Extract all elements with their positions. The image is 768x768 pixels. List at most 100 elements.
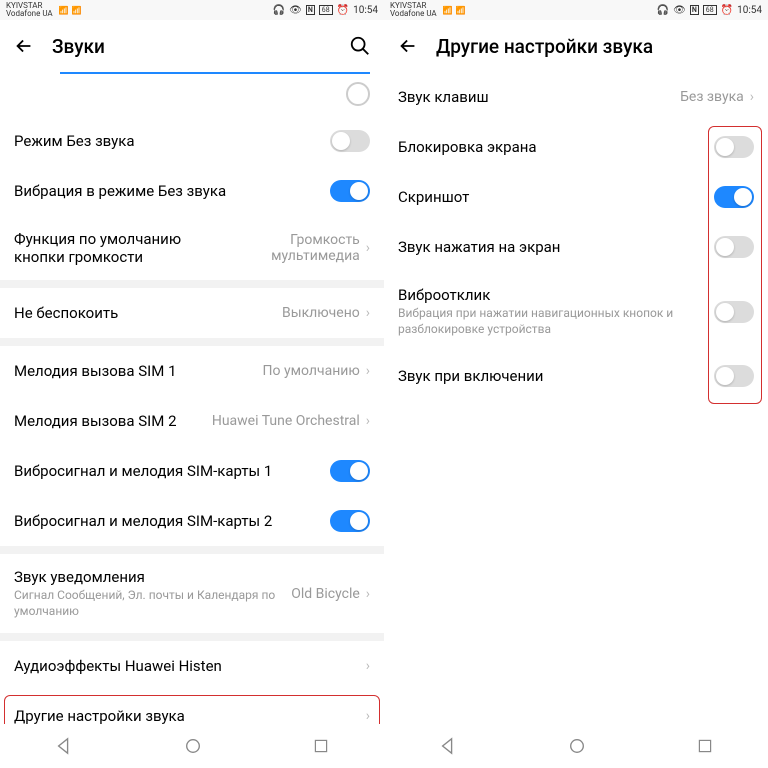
signal-icon-2: 📶 (456, 6, 466, 15)
chevron-right-icon: › (750, 89, 754, 105)
content-right: Звук клавиш Без звука › Блокировка экран… (384, 72, 768, 724)
carrier-2: Vodafone UA (390, 10, 437, 18)
label: Вибрация в режиме Без звука (14, 182, 330, 200)
row-huawei-histen[interactable]: Аудиоэффекты Huawei Histen › (0, 641, 384, 691)
nfc-icon: N (690, 5, 699, 15)
row-haptic[interactable]: Виброотклик Вибрация при нажатии навигац… (384, 272, 768, 351)
row-dnd[interactable]: Не беспокоить Выключено › (0, 288, 384, 338)
label: Блокировка экрана (398, 138, 714, 156)
row-other-sound-settings[interactable]: Другие настройки звука › (0, 691, 384, 724)
row-screen-lock[interactable]: Блокировка экрана (384, 122, 768, 172)
alarm-icon: ⏰ (337, 5, 349, 16)
row-ringtone-sim2[interactable]: Мелодия вызова SIM 2 Huawei Tune Orchest… (0, 396, 384, 446)
status-bar: KYIVSTAR Vodafone UA 📶 📶 🎧 👁 N 68 ⏰ 10:5… (384, 0, 768, 20)
nav-home-button[interactable] (184, 737, 202, 755)
row-touch-sound[interactable]: Звук нажатия на экран (384, 222, 768, 272)
row-vibrate-silent[interactable]: Вибрация в режиме Без звука (0, 166, 384, 216)
toggle-vibrate-silent[interactable] (330, 180, 370, 202)
page-title: Другие настройки звука (436, 35, 756, 58)
nav-recent-button[interactable] (697, 738, 713, 754)
value: Громкость мультимедиа (250, 232, 360, 264)
label: Вибросигнал и мелодия SIM-карты 2 (14, 512, 330, 530)
carrier-2: Vodafone UA (6, 10, 53, 18)
chevron-right-icon: › (366, 305, 370, 321)
toggle-touch-sound[interactable] (714, 236, 754, 258)
label: Мелодия вызова SIM 2 (14, 412, 212, 430)
signal-icon: 📶 (59, 6, 69, 15)
phone-left: KYIVSTAR Vodafone UA 📶 📶 🎧 👁 N 68 ⏰ 10:5… (0, 0, 384, 768)
toggle-silent[interactable] (330, 130, 370, 152)
sublabel: Вибрация при нажатии навигационных кнопо… (398, 306, 714, 337)
row-silent-mode[interactable]: Режим Без звука (0, 116, 384, 166)
headphones-icon: 🎧 (657, 5, 669, 16)
alarm-icon: ⏰ (721, 5, 733, 16)
label: Звук нажатия на экран (398, 238, 714, 256)
value: Выключено (282, 305, 360, 321)
row-screenshot[interactable]: Скриншот (384, 172, 768, 222)
label: Функция по умолчанию кнопки громкости (14, 230, 214, 266)
divider (0, 338, 384, 346)
back-button[interactable] (12, 34, 36, 58)
nav-back-button[interactable] (55, 737, 73, 755)
chevron-right-icon: › (366, 658, 370, 674)
label: Звук клавиш (398, 88, 680, 106)
nav-bar (0, 724, 384, 768)
phone-right: KYIVSTAR Vodafone UA 📶 📶 🎧 👁 N 68 ⏰ 10:5… (384, 0, 768, 768)
row-dialpad-sound[interactable]: Звук клавиш Без звука › (384, 72, 768, 122)
battery-icon: 68 (703, 5, 717, 15)
label: Звук при включении (398, 367, 714, 385)
header: Другие настройки звука (384, 20, 768, 72)
toggle-vibring2[interactable] (330, 510, 370, 532)
row-notification-sound[interactable]: Звук уведомления Сигнал Сообщений, Эл. п… (0, 554, 384, 633)
battery-icon: 68 (319, 5, 333, 15)
chevron-right-icon: › (366, 708, 370, 724)
label: Другие настройки звука (14, 707, 364, 724)
nav-back-button[interactable] (439, 737, 457, 755)
eye-icon: 👁 (673, 5, 686, 16)
divider (0, 633, 384, 641)
headphones-icon: 🎧 (273, 5, 285, 16)
label: Звук уведомления (14, 568, 291, 586)
divider (0, 280, 384, 288)
page-title: Звуки (52, 35, 332, 58)
divider (0, 546, 384, 554)
status-time: 10:54 (737, 5, 762, 16)
signal-icon: 📶 (443, 6, 453, 15)
toggle-haptic[interactable] (714, 301, 754, 323)
row-startup-sound[interactable]: Звук при включении (384, 351, 768, 401)
chevron-right-icon: › (366, 413, 370, 429)
toggle-startup[interactable] (714, 365, 754, 387)
back-button[interactable] (396, 34, 420, 58)
toggle-screenshot[interactable] (714, 186, 754, 208)
status-time: 10:54 (353, 5, 378, 16)
toggle-screen-lock[interactable] (714, 136, 754, 158)
volume-knob-partial[interactable] (346, 82, 370, 106)
nfc-icon: N (306, 5, 315, 15)
status-bar: KYIVSTAR Vodafone UA 📶 📶 🎧 👁 N 68 ⏰ 10:5… (0, 0, 384, 20)
label: Виброотклик (398, 286, 714, 304)
label: Мелодия вызова SIM 1 (14, 362, 263, 380)
content-left: Режим Без звука Вибрация в режиме Без зв… (0, 74, 384, 724)
nav-bar (384, 724, 768, 768)
label: Не беспокоить (14, 304, 282, 322)
toggle-vibring1[interactable] (330, 460, 370, 482)
sublabel: Сигнал Сообщений, Эл. почты и Календаря … (14, 588, 291, 619)
chevron-right-icon: › (366, 363, 370, 379)
label: Аудиоэффекты Huawei Histen (14, 657, 364, 675)
nav-home-button[interactable] (568, 737, 586, 755)
row-vibrate-ring-sim1[interactable]: Вибросигнал и мелодия SIM-карты 1 (0, 446, 384, 496)
chevron-right-icon: › (366, 240, 370, 256)
value: Без звука (680, 89, 744, 105)
value: По умолчанию (263, 363, 360, 379)
label: Вибросигнал и мелодия SIM-карты 1 (14, 462, 330, 480)
header: Звуки (0, 20, 384, 72)
value: Old Bicycle (291, 586, 360, 602)
search-button[interactable] (348, 34, 372, 58)
row-ringtone-sim1[interactable]: Мелодия вызова SIM 1 По умолчанию › (0, 346, 384, 396)
signal-icon-2: 📶 (72, 6, 82, 15)
eye-icon: 👁 (289, 5, 302, 16)
nav-recent-button[interactable] (313, 738, 329, 754)
row-vibrate-ring-sim2[interactable]: Вибросигнал и мелодия SIM-карты 2 (0, 496, 384, 546)
chevron-right-icon: › (366, 586, 370, 602)
row-volume-button-default[interactable]: Функция по умолчанию кнопки громкости Гр… (0, 216, 384, 280)
